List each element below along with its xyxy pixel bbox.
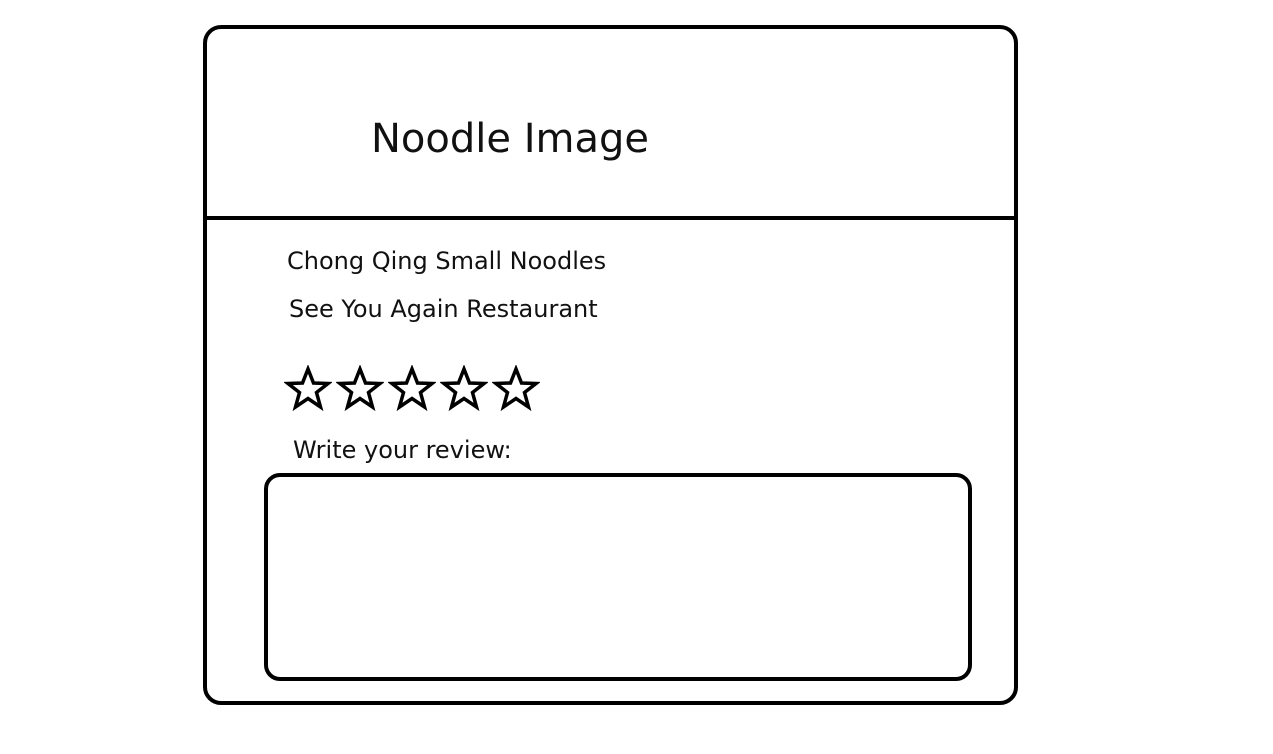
image-placeholder-label: Noodle Image <box>371 116 649 162</box>
star-2-icon[interactable] <box>336 365 384 413</box>
restaurant-name: See You Again Restaurant <box>289 295 598 323</box>
review-textarea[interactable] <box>264 473 972 681</box>
star-3-icon[interactable] <box>388 365 436 413</box>
star-rating <box>284 365 540 413</box>
review-card: Noodle Image Chong Qing Small Noodles Se… <box>203 25 1018 705</box>
star-5-icon[interactable] <box>492 365 540 413</box>
star-1-icon[interactable] <box>284 365 332 413</box>
noodle-image-placeholder: Noodle Image <box>207 29 1014 220</box>
review-label: Write your review: <box>293 436 512 464</box>
star-4-icon[interactable] <box>440 365 488 413</box>
dish-name: Chong Qing Small Noodles <box>287 247 607 275</box>
